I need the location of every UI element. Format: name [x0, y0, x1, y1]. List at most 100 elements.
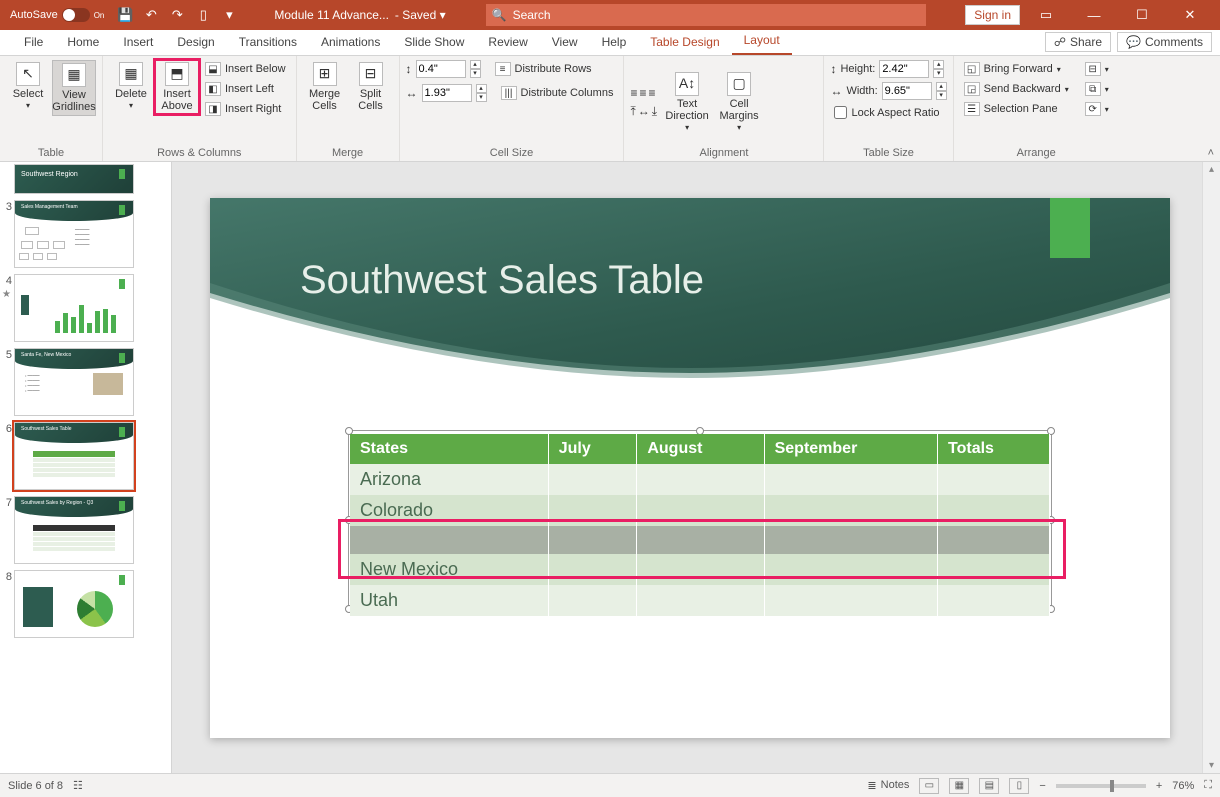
table-row[interactable]: Colorado [350, 495, 1050, 526]
row-height-spinner[interactable]: ↕ ▴▾ [406, 60, 481, 78]
table-row[interactable]: Utah [350, 585, 1050, 616]
merge-cells-button[interactable]: ⊞ Merge Cells [303, 60, 347, 114]
thumbnail-slide-3[interactable]: 3 Sales Management Team ━━━━━━━━━━━━━━━━… [0, 197, 171, 271]
cell[interactable]: Arizona [350, 464, 548, 495]
spin-down-icon[interactable]: ▾ [470, 69, 481, 78]
spin-up-icon[interactable]: ▴ [933, 60, 944, 69]
cell[interactable] [637, 585, 764, 616]
cell[interactable] [938, 526, 1050, 554]
comments-button[interactable]: 💬Comments [1117, 32, 1212, 52]
share-button[interactable]: ☍Share [1045, 32, 1111, 52]
align-left-icon[interactable]: ≡ [630, 86, 637, 100]
zoom-in-icon[interactable]: + [1156, 780, 1162, 792]
spin-down-icon[interactable]: ▾ [476, 93, 487, 102]
sign-in-button[interactable]: Sign in [965, 5, 1020, 25]
search-box[interactable]: 🔍 Search [486, 4, 926, 26]
col-header[interactable]: August [637, 434, 764, 464]
tab-layout[interactable]: Layout [732, 29, 792, 55]
col-header[interactable]: September [764, 434, 937, 464]
autosave-toggle[interactable]: AutoSave On [4, 8, 110, 22]
cell[interactable] [637, 495, 764, 526]
insert-below-button[interactable]: ⬓Insert Below [201, 60, 290, 78]
cell[interactable] [764, 495, 937, 526]
row-height-input[interactable] [416, 60, 466, 78]
spin-up-icon[interactable]: ▴ [936, 82, 947, 91]
align-button[interactable]: ⊟▾ [1081, 60, 1113, 78]
rotate-button[interactable]: ⟳▾ [1081, 100, 1113, 118]
thumbnail-slide-5[interactable]: 5 Santa Fe, New Mexico • ━━━━━• ━━━━━• ━… [0, 345, 171, 419]
cell[interactable] [548, 554, 637, 585]
cell-margins-button[interactable]: ▢ Cell Margins▾ [717, 70, 761, 135]
tab-review[interactable]: Review [476, 31, 539, 55]
cell[interactable] [938, 464, 1050, 495]
tab-file[interactable]: File [12, 31, 55, 55]
insert-right-button[interactable]: ◨Insert Right [201, 100, 290, 118]
cell[interactable] [637, 464, 764, 495]
cell[interactable] [637, 526, 764, 554]
cell[interactable] [548, 585, 637, 616]
zoom-level[interactable]: 76% [1172, 780, 1194, 792]
save-icon[interactable]: 💾 [118, 8, 132, 22]
thumbnail-slide[interactable]: Southwest Region [0, 164, 171, 197]
slide-thumbnails-panel[interactable]: Southwest Region 3 Sales Management Team… [0, 162, 172, 773]
cell[interactable] [764, 554, 937, 585]
tab-help[interactable]: Help [590, 31, 639, 55]
tab-insert[interactable]: Insert [111, 31, 165, 55]
cell[interactable] [637, 554, 764, 585]
cell[interactable] [938, 554, 1050, 585]
table-row[interactable]: New Mexico [350, 554, 1050, 585]
align-middle-icon[interactable]: ↔ [638, 104, 650, 119]
distribute-cols-button[interactable]: |||Distribute Columns [497, 84, 618, 102]
col-header[interactable]: States [350, 434, 548, 464]
col-header[interactable]: Totals [938, 434, 1050, 464]
table-row[interactable]: Arizona [350, 464, 1050, 495]
thumbnail-slide-7[interactable]: 7 Southwest Sales by Region - Q3 [0, 493, 171, 567]
cell[interactable] [938, 495, 1050, 526]
align-bottom-icon[interactable]: ⤓ [652, 104, 657, 119]
table-row-selected[interactable] [350, 526, 1050, 554]
lock-aspect-ratio-checkbox[interactable]: Lock Aspect Ratio [830, 104, 943, 121]
spin-down-icon[interactable]: ▾ [933, 69, 944, 78]
tab-view[interactable]: View [540, 31, 590, 55]
table-height-spinner[interactable]: ↕ Height: ▴▾ [830, 60, 944, 78]
spin-down-icon[interactable]: ▾ [936, 91, 947, 100]
table-width-spinner[interactable]: ↔ Width: ▴▾ [830, 82, 946, 100]
slide-title[interactable]: Southwest Sales Table [300, 258, 704, 303]
table-width-input[interactable] [882, 82, 932, 100]
bring-forward-button[interactable]: ◱Bring Forward▾ [960, 60, 1073, 78]
tab-animations[interactable]: Animations [309, 31, 392, 55]
select-button[interactable]: ↖ Select▾ [6, 60, 50, 113]
cell[interactable]: New Mexico [350, 554, 548, 585]
cell[interactable] [938, 585, 1050, 616]
align-top-icon[interactable]: ⤒ [630, 104, 635, 119]
minimize-icon[interactable]: — [1072, 0, 1116, 30]
slideshow-view-icon[interactable]: ▯ [1009, 778, 1029, 794]
data-table[interactable]: States July August September Totals Ariz… [350, 434, 1050, 616]
col-header[interactable]: July [548, 434, 637, 464]
col-width-input[interactable] [422, 84, 472, 102]
table-height-input[interactable] [879, 60, 929, 78]
tab-home[interactable]: Home [55, 31, 111, 55]
thumbnail-slide-4[interactable]: 4 ★ [0, 271, 171, 345]
insert-left-button[interactable]: ◧Insert Left [201, 80, 290, 98]
cell[interactable]: Utah [350, 585, 548, 616]
maximize-icon[interactable]: ☐ [1120, 0, 1164, 30]
delete-button[interactable]: ▦ Delete▾ [109, 60, 153, 113]
spin-up-icon[interactable]: ▴ [470, 60, 481, 69]
reading-view-icon[interactable]: ▤ [979, 778, 999, 794]
align-right-icon[interactable]: ≡ [648, 86, 655, 100]
slide-sorter-icon[interactable]: ▦ [949, 778, 969, 794]
send-backward-button[interactable]: ◲Send Backward▾ [960, 80, 1073, 98]
fit-to-window-icon[interactable]: ⛶ [1204, 779, 1212, 792]
collapse-ribbon-icon[interactable]: ˄ [1208, 147, 1214, 159]
insert-above-button[interactable]: ⬒ Insert Above [155, 60, 199, 114]
selection-pane-button[interactable]: ☰Selection Pane [960, 100, 1073, 118]
scroll-up-icon[interactable]: ▴ [1209, 164, 1214, 175]
zoom-out-icon[interactable]: − [1039, 780, 1045, 792]
cell[interactable] [548, 464, 637, 495]
qat-more-icon[interactable]: ▾ [222, 8, 236, 22]
cell[interactable]: Colorado [350, 495, 548, 526]
scroll-down-icon[interactable]: ▾ [1209, 760, 1214, 771]
accessibility-icon[interactable]: ☷ [73, 779, 83, 792]
slide-canvas-area[interactable]: Southwest Sales Table States July Au [178, 162, 1202, 773]
